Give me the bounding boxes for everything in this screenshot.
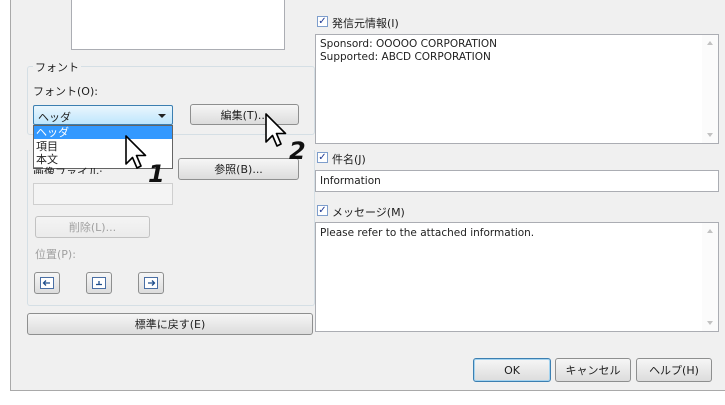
subject-input[interactable]: Information: [315, 170, 719, 192]
step-number-1: 1: [148, 160, 165, 188]
scroll-down-icon: [707, 321, 713, 325]
subject-checkbox[interactable]: ✓: [317, 152, 328, 163]
message-checkbox[interactable]: ✓: [317, 205, 328, 216]
sender-info-scrollbar[interactable]: [702, 35, 718, 143]
message-textarea[interactable]: Please refer to the attached information…: [315, 222, 719, 332]
help-button[interactable]: ヘルプ(H): [636, 358, 712, 382]
font-select-value: ヘッダ: [38, 111, 71, 124]
scroll-down-icon: [707, 133, 713, 137]
position-right-button[interactable]: [138, 272, 164, 294]
restore-default-button[interactable]: 標準に戻す(E): [27, 313, 313, 335]
step-number-2: 2: [289, 137, 306, 165]
sender-info-label: 発信元情報(I): [332, 17, 399, 30]
message-text: Please refer to the attached information…: [320, 227, 535, 239]
browse-button[interactable]: 参照(B)...: [178, 158, 299, 180]
message-label: メッセージ(M): [332, 206, 405, 219]
font-option-header[interactable]: ヘッダ: [34, 126, 172, 139]
preview-box: [71, 0, 285, 50]
scroll-up-icon: [707, 229, 713, 233]
sender-info-checkbox[interactable]: ✓: [317, 16, 328, 27]
position-left-button[interactable]: [34, 272, 60, 294]
sender-info-text: Sponsord: OOOOO CORPORATION Supported: A…: [320, 38, 497, 63]
image-file-label: 画像ファイル:: [33, 166, 103, 174]
font-select[interactable]: ヘッダ: [33, 105, 173, 125]
sender-info-textarea[interactable]: Sponsord: OOOOO CORPORATION Supported: A…: [315, 34, 719, 144]
font-label: フォント(O):: [33, 85, 98, 98]
position-label: 位置(P):: [35, 248, 76, 261]
message-scrollbar[interactable]: [702, 223, 718, 331]
align-center-icon: [92, 277, 106, 289]
ok-button[interactable]: OK: [473, 358, 551, 382]
position-center-button[interactable]: [86, 272, 112, 294]
chevron-down-icon: [158, 114, 166, 118]
dialog-window: フォント フォント(O): ヘッダ ヘッダ 項目 本文 編集(T)... 画像フ…: [10, 0, 725, 391]
mouse-pointer-icon: [265, 113, 287, 147]
cancel-button[interactable]: キャンセル: [555, 358, 631, 382]
subject-label: 件名(J): [332, 153, 366, 166]
mouse-pointer-icon: [125, 135, 147, 169]
subject-value: Information: [320, 175, 381, 187]
scroll-up-icon: [707, 41, 713, 45]
font-group-title: フォント: [33, 59, 81, 75]
delete-button[interactable]: 削除(L)...: [35, 216, 150, 238]
arrow-right-icon: [144, 277, 158, 289]
arrow-left-icon: [40, 277, 54, 289]
